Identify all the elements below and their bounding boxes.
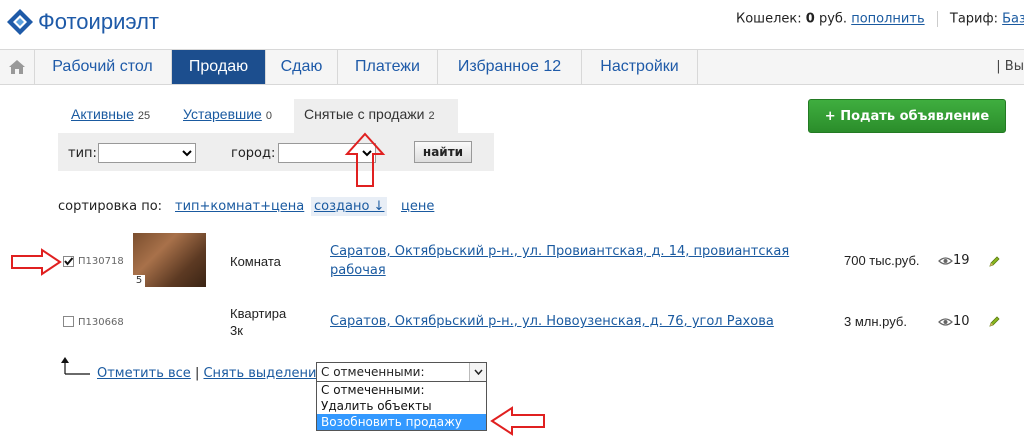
home-button[interactable] — [0, 50, 35, 84]
nav-item-label: Платежи — [355, 58, 420, 75]
tab-count: 2 — [428, 110, 435, 122]
nav-item-label: Продаю — [188, 58, 249, 75]
sort-by-type[interactable]: тип+комнат+цена — [175, 199, 304, 214]
option-resume-sale[interactable]: Возобновить продажу — [317, 414, 486, 430]
tariff-link[interactable]: Базо — [1002, 12, 1024, 27]
annotation-arrow-right-icon — [11, 248, 62, 276]
wallet-label: Кошелек: — [736, 11, 802, 27]
selection-separator: | — [194, 366, 200, 381]
dropdown-toggle[interactable] — [469, 363, 486, 381]
edit-pencil-icon[interactable] — [988, 315, 1001, 328]
views-count: 19 — [953, 253, 970, 268]
listing-id: П130668 — [78, 317, 124, 328]
tab-label: Снятые с продажи — [304, 106, 425, 122]
listing-type: Квартира 3к — [230, 305, 286, 339]
photo-count: 5 — [133, 275, 145, 287]
logout-link[interactable]: | Вы — [996, 50, 1024, 84]
listing-photo[interactable]: 5 — [133, 233, 206, 287]
deselect-link[interactable]: Снять выделение — [203, 366, 324, 381]
listing-checkbox[interactable] — [63, 256, 74, 267]
find-button[interactable]: найти — [414, 141, 472, 163]
annotation-arrow-left-icon — [490, 406, 545, 436]
nav-item-label: Настройки — [600, 58, 679, 75]
wallet-currency: руб. — [818, 11, 848, 27]
listing-address-link[interactable]: Саратов, Октябрьский р-н., ул. Новоузенс… — [330, 312, 800, 331]
listing-price: 700 тыс.руб. — [844, 253, 920, 268]
selection-links: Отметить все | Снять выделение — [97, 366, 324, 381]
address-line: Саратов, Октябрьский р-н., ул. Провиантс… — [330, 244, 790, 259]
option-delete-objects[interactable]: Удалить объекты — [317, 398, 486, 414]
address-line: Саратов, Октябрьский р-н., ул. Новоузенс… — [330, 314, 774, 329]
main-nav: Рабочий стол Продаю Сдаю Платежи Избранн… — [0, 49, 1024, 85]
type-filter-select[interactable] — [98, 143, 196, 163]
nav-item-label: Избранное 12 — [457, 58, 562, 75]
listing-id: П130718 — [78, 256, 124, 267]
type-line: 3к — [230, 323, 243, 338]
listing-views: 10 — [938, 314, 970, 329]
logo-text: Фотоириэлт — [38, 9, 160, 34]
tab-withdrawn-listings[interactable]: Снятые с продажи 2 — [304, 106, 435, 122]
type-line: Квартира — [230, 306, 287, 321]
tab-expired-listings[interactable]: Устаревшие 0 — [183, 106, 272, 122]
bulk-action-select[interactable]: С отмеченными: — [316, 362, 487, 382]
add-listing-button[interactable]: + Подать объявление — [808, 99, 1006, 133]
tab-label: Устаревшие — [183, 106, 262, 122]
topup-link[interactable]: пополнить — [851, 12, 924, 27]
views-count: 10 — [953, 314, 970, 329]
select-all-link[interactable]: Отметить все — [97, 366, 191, 381]
nav-item-settings[interactable]: Настройки — [582, 50, 698, 84]
nav-item-favorites[interactable]: Избранное 12 — [438, 50, 582, 84]
home-icon — [9, 60, 25, 74]
listing-type: Комната — [230, 254, 281, 269]
type-filter-label: тип: — [68, 146, 97, 161]
logo-icon — [7, 9, 33, 35]
nav-item-label: Рабочий стол — [52, 58, 153, 75]
tab-count: 0 — [265, 110, 272, 122]
sort-by-price[interactable]: цене — [401, 199, 434, 214]
chevron-down-icon — [473, 369, 483, 375]
logo[interactable]: Фотоириэлт — [6, 6, 159, 38]
tariff-label: Тариф: — [949, 11, 998, 27]
wallet-amount: 0 — [805, 11, 815, 27]
tab-count: 25 — [137, 110, 151, 122]
bulk-action-options: С отмеченными: Удалить объекты Возобнови… — [316, 382, 487, 431]
listing-price: 3 млн.руб. — [844, 314, 907, 329]
annotation-arrow-up-icon — [344, 132, 386, 187]
sort-label: сортировка по: — [58, 199, 163, 214]
tab-active-listings[interactable]: Активные 25 — [71, 106, 150, 122]
header-divider — [936, 11, 938, 27]
nav-item-payments[interactable]: Платежи — [338, 50, 438, 84]
account-info: Кошелек: 0 руб. пополнить Тариф: Базо — [736, 11, 1024, 27]
checkmark-icon — [64, 257, 74, 266]
listing-address-link[interactable]: Саратов, Октябрьский р-н., ул. Провиантс… — [330, 242, 800, 280]
eye-icon — [938, 317, 953, 326]
corner-arrow-up-icon — [61, 357, 90, 375]
address-line: рабочая — [330, 263, 386, 278]
sort-by-created[interactable]: создано ↓ — [311, 197, 388, 216]
tab-label: Активные — [71, 106, 134, 122]
bulk-action-selected: С отмеченными: — [321, 365, 425, 379]
nav-item-sell[interactable]: Продаю — [172, 50, 266, 84]
eye-icon — [938, 256, 953, 265]
nav-item-label: Сдаю — [280, 58, 323, 75]
listing-checkbox[interactable] — [63, 316, 74, 327]
edit-pencil-icon[interactable] — [988, 255, 1001, 268]
nav-item-desktop[interactable]: Рабочий стол — [34, 50, 172, 84]
city-filter-label: город: — [231, 146, 276, 161]
listing-views: 19 — [938, 253, 970, 268]
nav-item-rent[interactable]: Сдаю — [266, 50, 338, 84]
option-with-selected[interactable]: С отмеченными: — [317, 382, 486, 398]
